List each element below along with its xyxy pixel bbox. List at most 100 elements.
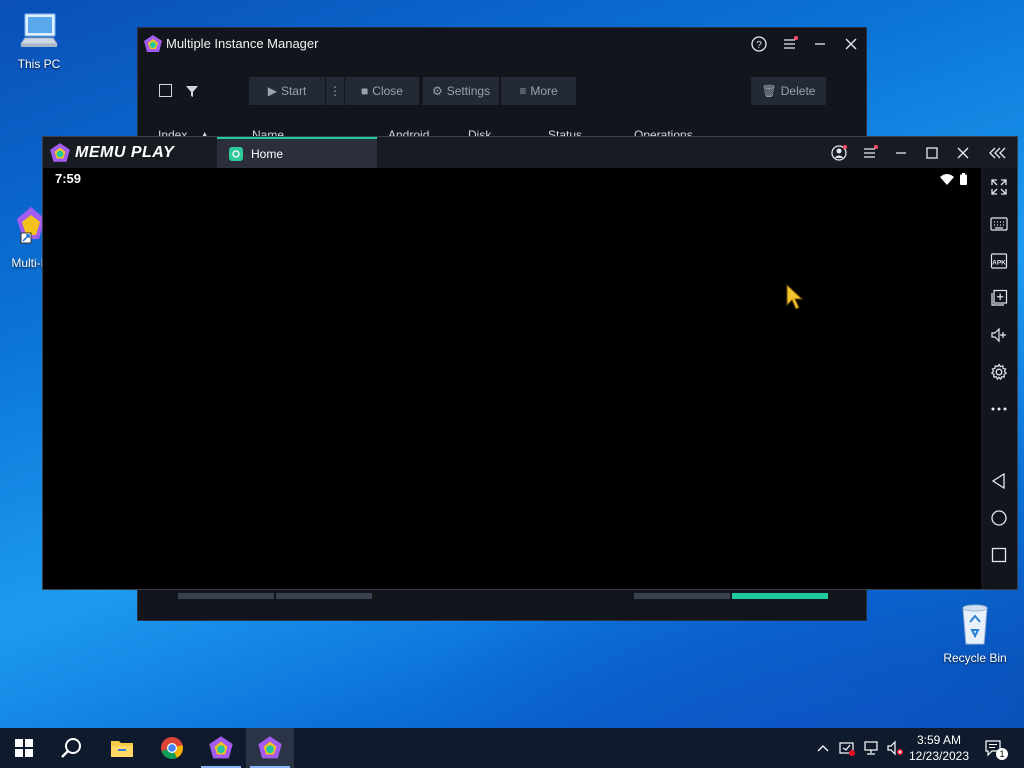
trash-icon: 🗑 [761,84,777,98]
minimize-icon [815,43,825,45]
close-instance-button[interactable]: ■ Close [345,77,419,105]
minimize-button[interactable] [808,34,832,54]
memu-logo-icon [143,34,163,54]
chrome-button[interactable] [148,728,196,768]
settings-button[interactable] [987,360,1011,384]
back-triangle-icon [991,472,1005,490]
notification-count-badge: 1 [996,748,1008,760]
volume-up-button[interactable] [987,323,1011,347]
tray-device-icon [839,742,855,756]
folder-icon [111,741,133,757]
android-recents-button[interactable] [987,543,1011,567]
chevron-up-icon [817,745,829,752]
windows-logo-icon [15,739,33,757]
tray-app-button[interactable] [836,728,858,768]
search-icon [61,738,81,758]
fullscreen-icon [991,179,1007,195]
desktop-icon-this-pc[interactable]: This PC [2,10,76,71]
help-icon: ? [751,36,767,52]
account-button[interactable] [827,142,851,164]
close-window-button[interactable] [839,34,863,54]
clock-date: 12/23/2023 [908,749,970,763]
add-window-icon [991,289,1008,306]
more-vertical-icon: ⋮ [329,84,341,98]
select-all-checkbox[interactable] [159,84,172,97]
android-home-button[interactable] [987,506,1011,530]
memu-brand-text: MEMU PLAY [75,144,175,161]
memu-multi-manager-button[interactable] [197,728,245,768]
help-button[interactable]: ? [747,34,771,54]
filter-button[interactable] [185,84,199,98]
memu-logo-icon [50,143,70,162]
settings-button[interactable]: ⚙ Settings [423,77,499,105]
network-button[interactable] [860,728,882,768]
fullscreen-button[interactable] [987,175,1011,199]
desktop-icon-label: This PC [17,57,61,71]
show-hidden-icons-button[interactable] [812,728,834,768]
stop-icon: ■ [361,84,369,98]
taskbar: 3:59 AM 12/23/2023 1 [0,728,1024,768]
volume-up-icon [991,327,1006,343]
play-icon: ▶ [267,84,277,98]
notifications-button[interactable]: 1 [980,728,1008,768]
row-button-strip[interactable] [178,593,274,599]
row-button-strip-accent[interactable] [732,593,828,599]
more-horizontal-icon [991,407,1007,411]
chevrons-left-icon [989,147,1006,159]
memu-play-button[interactable] [246,728,294,768]
row-button-strip[interactable] [634,593,730,599]
maximize-icon [926,147,938,159]
clock-time: 3:59 AM [916,733,962,747]
tab-home[interactable]: Home [217,137,377,168]
more-button[interactable]: ≡ More [501,77,576,105]
hamburger-icon [784,36,798,49]
memu-sidebar: APK [981,168,1017,589]
file-explorer-button[interactable] [98,728,146,768]
more-tools-button[interactable] [987,397,1011,421]
volume-button[interactable] [884,728,906,768]
chrome-icon [161,737,183,759]
apk-install-button[interactable]: APK [987,249,1011,273]
filter-icon [186,86,198,97]
svg-text:APK: APK [992,260,1006,267]
maximize-button[interactable] [920,142,944,164]
network-icon [864,741,878,755]
memu-brand: MEMU PLAY [49,142,174,164]
home-app-icon [229,146,243,161]
window-title: Multiple Instance Manager [166,36,319,51]
multi-instance-button[interactable] [987,286,1011,310]
menu-button[interactable] [778,34,802,54]
gear-icon: ⚙ [431,84,443,98]
android-back-button[interactable] [987,469,1011,493]
close-icon [845,38,857,50]
android-screen[interactable]: 7:59 [43,168,981,589]
start-button[interactable]: ▶ Start [249,77,325,105]
collapse-sidebar-button[interactable] [986,142,1010,164]
start-button[interactable] [0,728,48,768]
hamburger-icon [864,145,878,158]
close-window-button[interactable] [951,142,975,164]
tab-label: Home [251,146,284,161]
menu-button[interactable] [858,142,882,164]
search-button[interactable] [48,728,96,768]
row-button-strip[interactable] [276,593,372,599]
memu-multi-icon [209,736,233,759]
delete-button[interactable]: 🗑 Delete [751,77,826,105]
start-options-button[interactable]: ⋮ [326,77,344,105]
memu-titlebar: MEMU PLAY Home [43,137,1017,168]
android-status-icons [940,173,967,185]
svg-text:?: ? [756,40,762,51]
keyboard-button[interactable] [987,212,1011,236]
volume-muted-icon [887,740,903,756]
memu-play-window: MEMU PLAY Home 7:59 APK [42,136,1018,590]
home-circle-icon [991,510,1007,526]
android-clock: 7:59 [55,171,82,186]
apk-icon: APK [990,253,1008,269]
list-icon: ≡ [519,84,527,98]
taskbar-clock[interactable]: 3:59 AM 12/23/2023 [906,732,972,764]
recents-square-icon [991,547,1007,563]
desktop-icon-label: Recycle Bin [943,651,1007,665]
desktop-icon-recycle-bin[interactable]: Recycle Bin [938,600,1012,665]
memu-logo-icon [258,736,282,759]
minimize-button[interactable] [889,142,913,164]
